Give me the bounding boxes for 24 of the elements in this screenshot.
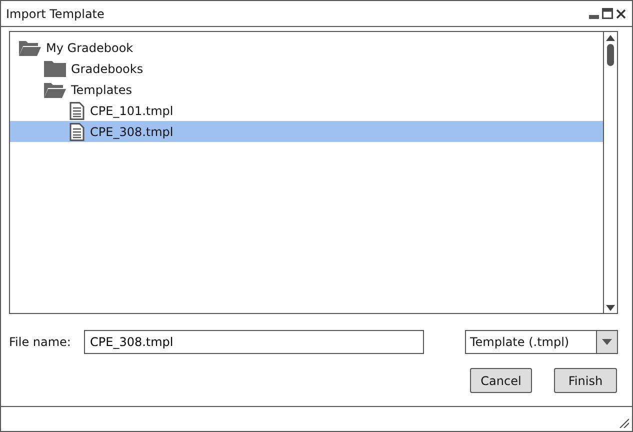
file-name-field[interactable]: CPE_308.tmpl — [84, 330, 424, 354]
scroll-down-icon[interactable] — [606, 305, 615, 311]
tree-item[interactable]: My Gradebook — [10, 37, 603, 58]
folder-icon — [44, 60, 66, 78]
tree-item[interactable]: Gradebooks — [10, 58, 603, 79]
dropdown-arrow-icon — [602, 339, 612, 345]
scrollbar[interactable] — [603, 32, 617, 313]
file-name-label: File name: — [9, 335, 72, 349]
open-folder-icon — [19, 38, 41, 56]
resize-grip-icon[interactable] — [619, 418, 629, 428]
file-type-dropdown[interactable]: Template (.tmpl) — [465, 330, 618, 354]
window-title: Import Template — [6, 6, 104, 20]
tree-item[interactable]: CPE_101.tmpl — [10, 100, 603, 121]
scroll-up-icon[interactable] — [606, 35, 615, 41]
tree-item[interactable]: CPE_308.tmpl — [10, 121, 603, 142]
document-icon — [69, 122, 85, 140]
dialog-button[interactable]: Finish — [554, 368, 617, 393]
dialog-button[interactable]: Cancel — [470, 368, 532, 393]
scroll-thumb[interactable] — [607, 44, 614, 66]
document-icon — [69, 102, 85, 120]
close-icon[interactable] — [616, 8, 626, 18]
tree-item[interactable]: Templates — [10, 79, 603, 100]
maximize-icon[interactable] — [602, 8, 613, 19]
open-folder-icon — [44, 80, 66, 98]
